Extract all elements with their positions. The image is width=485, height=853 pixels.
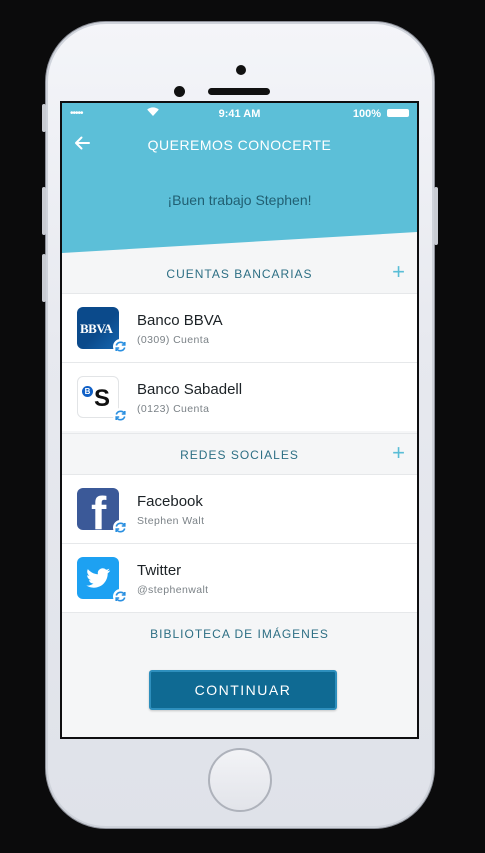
- bank-account-row-bbva[interactable]: BBVA Banco BBVA (0309) Cuenta: [62, 293, 417, 362]
- power-button: [434, 187, 438, 245]
- header-banner: [62, 103, 417, 253]
- social-networks-section-header: REDES SOCIALES +: [62, 433, 417, 474]
- page-title: QUEREMOS CONOCERTE: [147, 137, 332, 153]
- section-title-social: REDES SOCIALES: [180, 448, 299, 462]
- social-row-twitter[interactable]: Twitter @stephenwalt: [62, 543, 417, 612]
- social-detail: @stephenwalt: [137, 584, 209, 596]
- volume-up-button: [42, 187, 46, 235]
- social-name: Facebook: [137, 493, 203, 510]
- sabadell-b-mark: B: [82, 386, 93, 397]
- mute-switch: [42, 104, 46, 132]
- battery-icon: [387, 109, 409, 117]
- sync-icon: [113, 520, 128, 535]
- sync-icon: [113, 408, 128, 423]
- status-bar: ••••• 9:41 AM 100%: [62, 103, 417, 125]
- social-row-facebook[interactable]: f Facebook Stephen Walt: [62, 474, 417, 543]
- section-title-images: BIBLIOTECA DE IMÁGENES: [150, 627, 329, 641]
- bbva-logo-text: BBVA: [80, 321, 113, 336]
- nav-bar: QUEREMOS CONOCERTE: [62, 131, 417, 161]
- social-detail: Stephen Walt: [137, 515, 205, 527]
- account-name: Banco Sabadell: [137, 381, 243, 398]
- home-button[interactable]: [208, 748, 272, 812]
- social-name: Twitter: [137, 562, 182, 579]
- bank-account-row-sabadell[interactable]: B S Banco Sabadell (0123) Cuenta: [62, 362, 417, 431]
- front-camera-icon: [174, 86, 185, 97]
- bank-accounts-section-header: CUENTAS BANCARIAS +: [62, 253, 417, 293]
- battery-level: 100%: [352, 108, 381, 120]
- account-name: Banco BBVA: [137, 312, 223, 329]
- welcome-message: ¡Buen trabajo Stephen!: [167, 192, 312, 208]
- app-screen: ••••• 9:41 AM 100% QUEREMOS CONOCERTE ¡B…: [60, 101, 419, 739]
- add-social-network-button[interactable]: +: [392, 442, 405, 464]
- account-detail: (0309) Cuenta: [137, 334, 210, 346]
- add-bank-account-button[interactable]: +: [392, 261, 405, 283]
- image-library-section-header[interactable]: BIBLIOTECA DE IMÁGENES: [62, 612, 417, 657]
- sync-icon: [113, 339, 128, 354]
- sabadell-logo-text: S: [94, 385, 111, 412]
- earpiece-speaker: [208, 88, 270, 95]
- proximity-sensor: [236, 65, 246, 75]
- facebook-logo-text: f: [91, 488, 107, 530]
- sync-icon: [113, 589, 128, 604]
- continue-button[interactable]: CONTINUAR: [149, 670, 337, 710]
- section-title-bank: CUENTAS BANCARIAS: [166, 267, 313, 281]
- volume-down-button: [42, 254, 46, 302]
- account-detail: (0123) Cuenta: [137, 403, 210, 415]
